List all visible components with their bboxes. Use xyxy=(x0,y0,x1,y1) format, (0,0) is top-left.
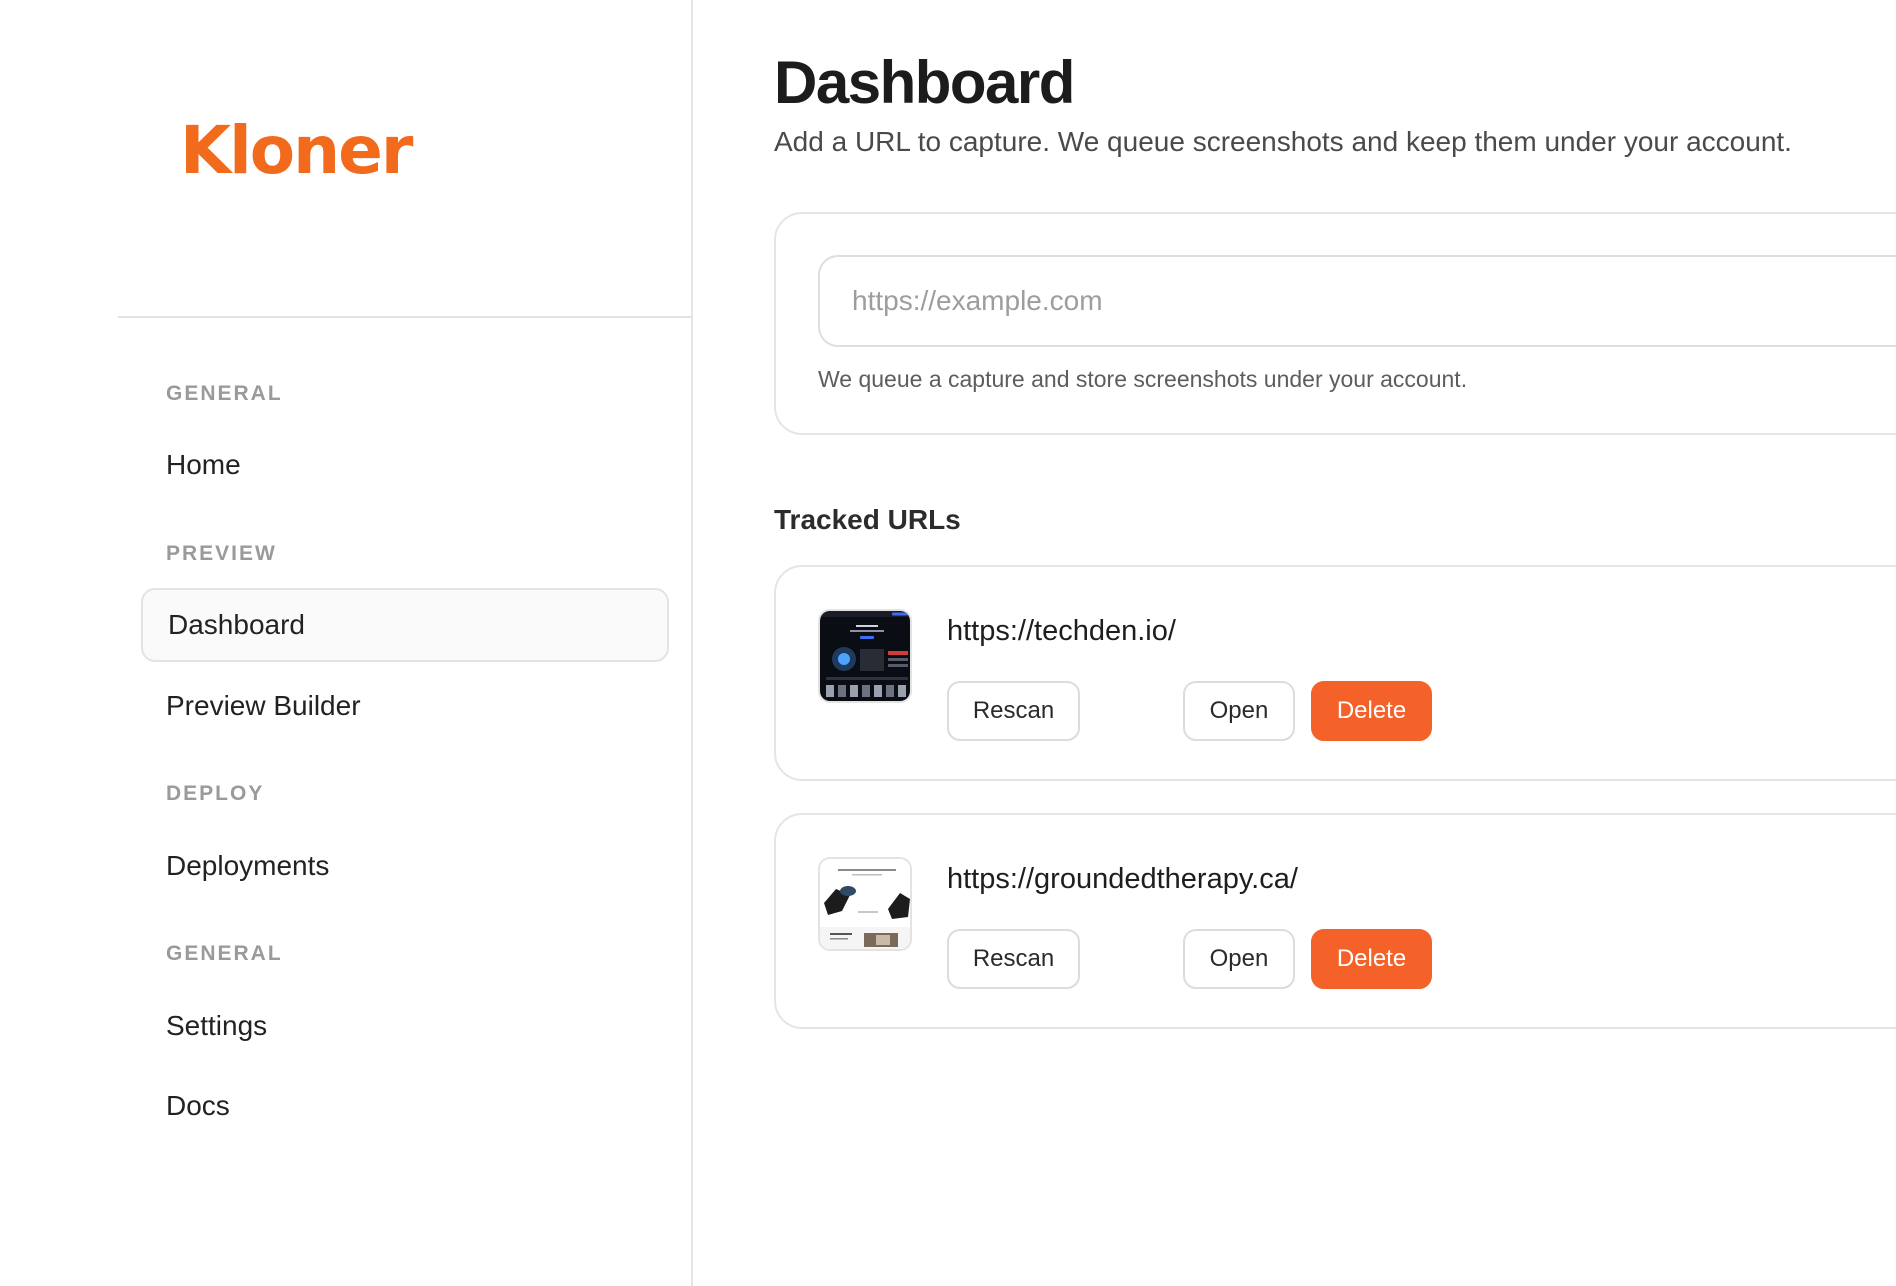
sidebar-item-home[interactable]: Home xyxy=(141,428,669,502)
capture-hint: We queue a capture and store screenshots… xyxy=(818,366,1468,392)
rescan-button[interactable]: Rescan xyxy=(947,681,1080,741)
sidebar-item-deployments[interactable]: Deployments xyxy=(141,829,669,903)
delete-button[interactable]: Delete xyxy=(1311,929,1432,989)
tracked-url-card: https://groundedtherapy.ca/ Rescan Open … xyxy=(774,813,1896,1029)
page-subtitle: Add a URL to capture. We queue screensho… xyxy=(774,126,1792,157)
delete-button[interactable]: Delete xyxy=(1311,681,1432,741)
site-thumbnail[interactable] xyxy=(818,609,912,703)
tracked-url-text[interactable]: https://techden.io/ xyxy=(947,615,1176,648)
url-input[interactable] xyxy=(818,255,1896,347)
nav-section-deploy: DEPLOY xyxy=(166,782,265,805)
nav-section-general-2: GENERAL xyxy=(166,942,283,965)
tracked-url-text[interactable]: https://groundedtherapy.ca/ xyxy=(947,863,1298,896)
kloner-logo[interactable]: Kloner xyxy=(180,118,413,184)
open-button[interactable]: Open xyxy=(1183,681,1295,741)
dark-website-thumbnail-icon xyxy=(820,611,910,701)
sidebar: Kloner GENERAL Home PREVIEW Dashboard Pr… xyxy=(0,0,693,1286)
rescan-button[interactable]: Rescan xyxy=(947,929,1080,989)
sidebar-item-docs[interactable]: Docs xyxy=(141,1069,669,1143)
tracked-url-card: https://techden.io/ Rescan Open Delete xyxy=(774,565,1896,781)
page-title: Dashboard xyxy=(774,49,1075,116)
sidebar-divider xyxy=(118,316,693,318)
nav-section-preview: PREVIEW xyxy=(166,542,277,565)
nav-section-general: GENERAL xyxy=(166,382,283,405)
sidebar-item-settings[interactable]: Settings xyxy=(141,989,669,1063)
app-window: Kloner GENERAL Home PREVIEW Dashboard Pr… xyxy=(0,0,1896,1286)
tracked-urls-heading: Tracked URLs xyxy=(774,504,961,535)
main-content: Dashboard Add a URL to capture. We queue… xyxy=(695,0,1896,1286)
site-thumbnail[interactable] xyxy=(818,857,912,951)
open-button[interactable]: Open xyxy=(1183,929,1295,989)
capture-card: We queue a capture and store screenshots… xyxy=(774,212,1896,435)
sidebar-item-preview-builder[interactable]: Preview Builder xyxy=(141,669,669,743)
sidebar-item-dashboard[interactable]: Dashboard xyxy=(141,588,669,662)
light-website-thumbnail-icon xyxy=(820,859,910,949)
